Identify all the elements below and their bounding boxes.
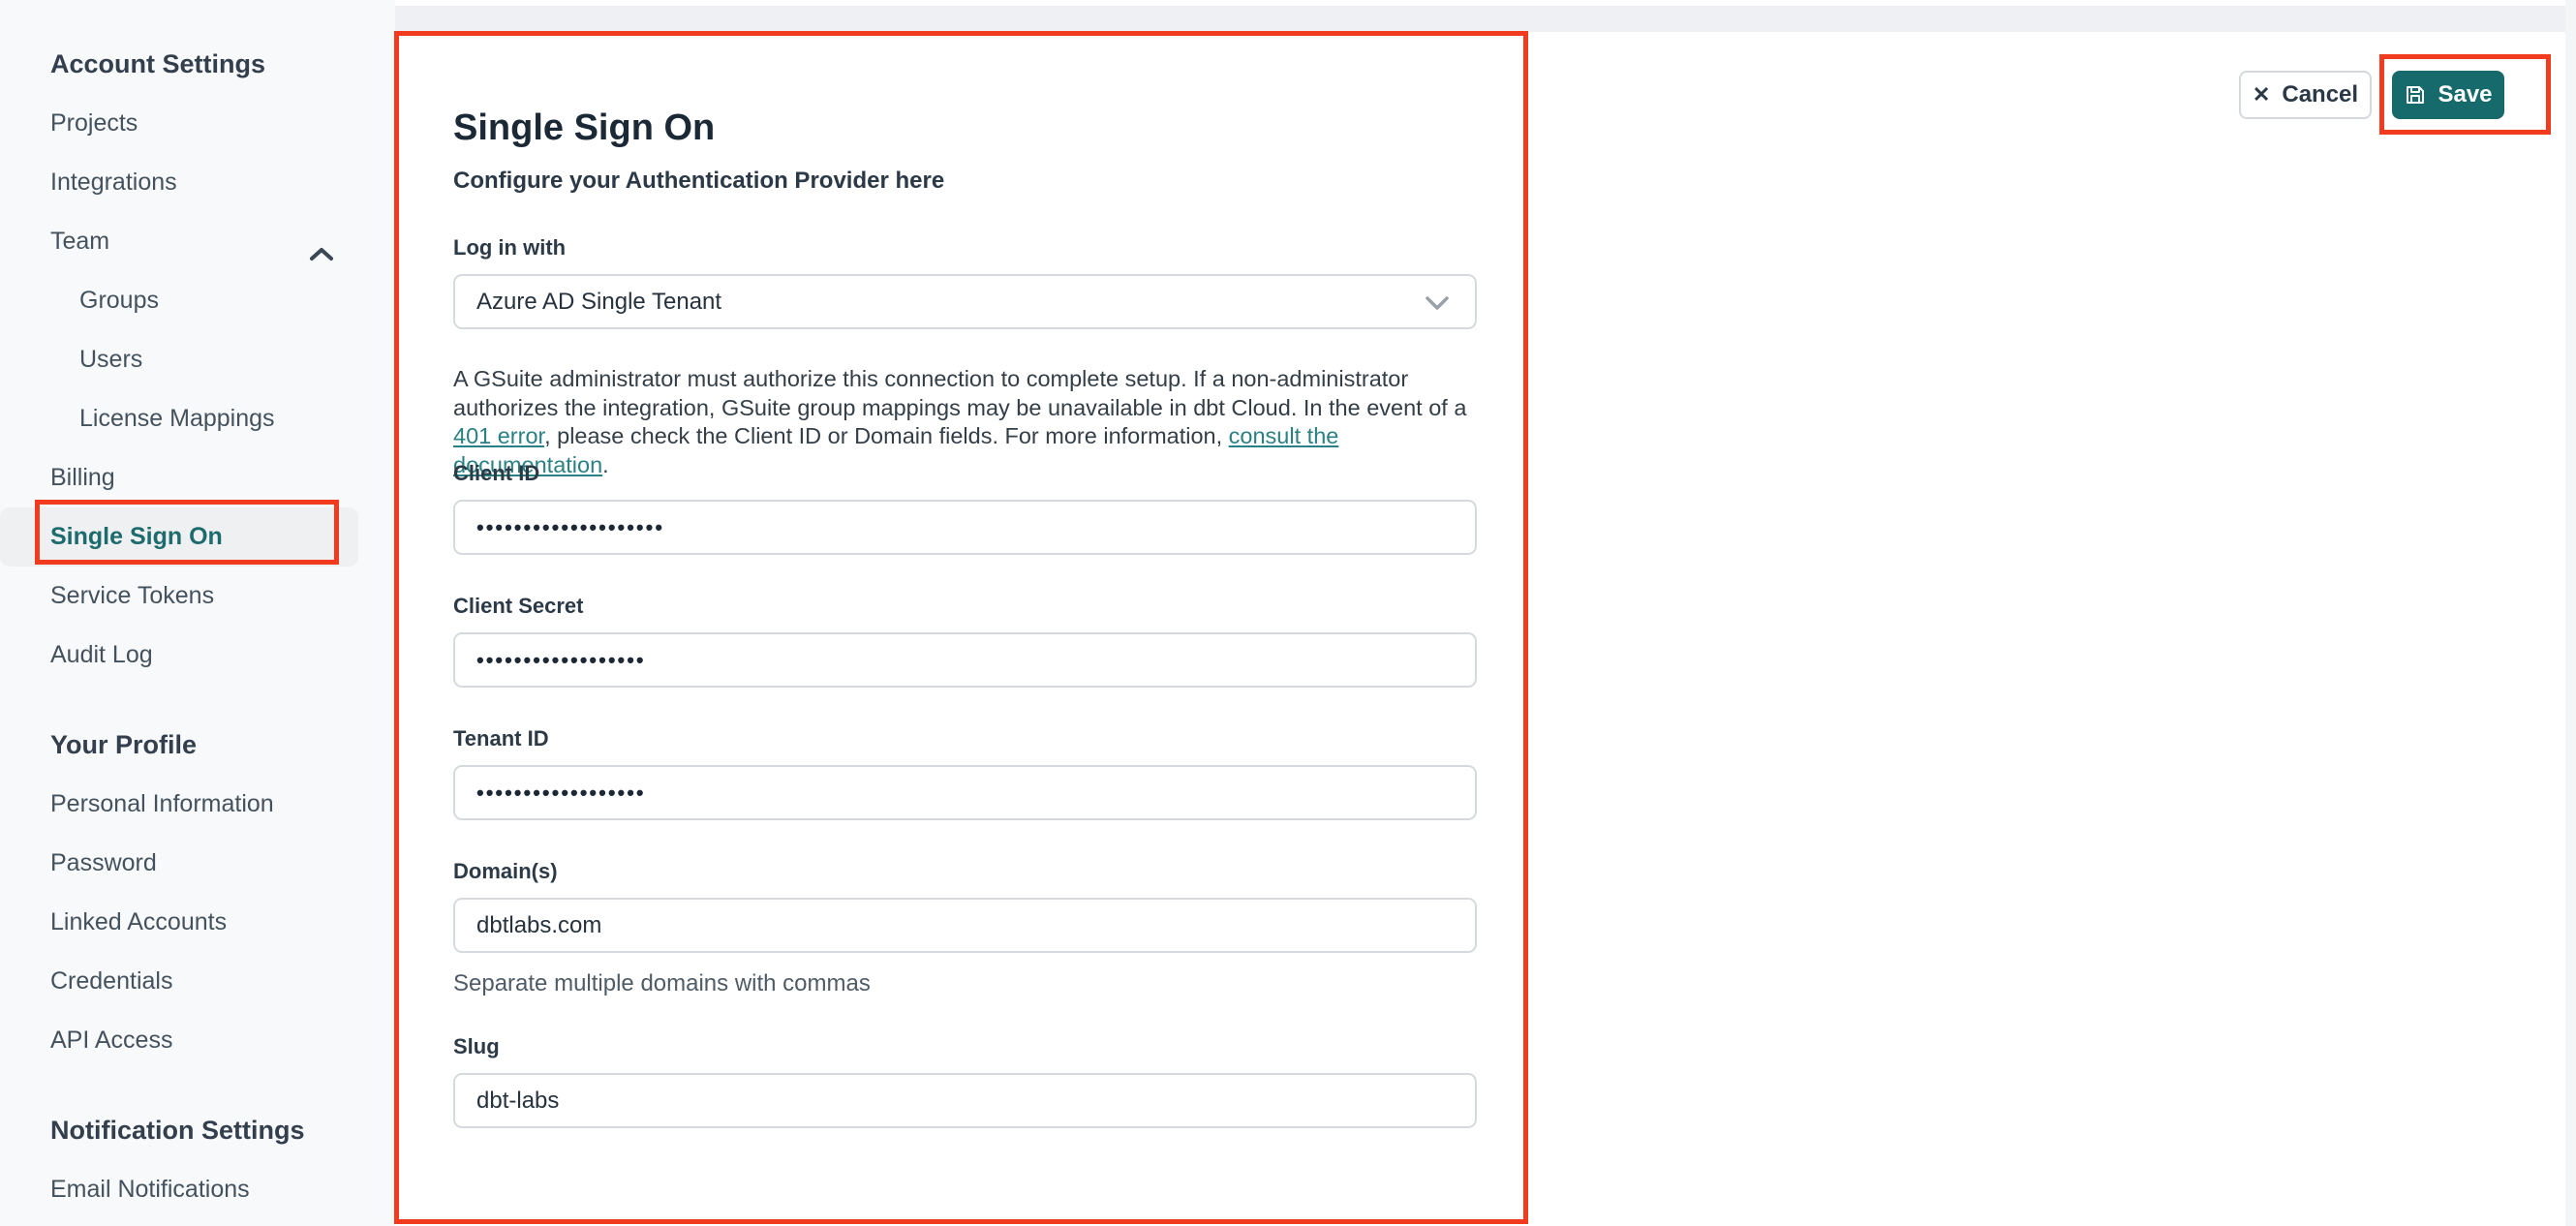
page-title: Single Sign On bbox=[453, 107, 716, 148]
slug-label: Slug bbox=[453, 1034, 500, 1058]
sidebar-item-api-access[interactable]: API Access bbox=[0, 1011, 395, 1070]
single-sign-on-panel: Single Sign On Configure your Authentica… bbox=[395, 32, 2565, 1226]
sidebar-item-integrations[interactable]: Integrations bbox=[0, 153, 395, 212]
login-with-select[interactable]: Azure AD Single Tenant bbox=[453, 274, 1477, 329]
sidebar-item-users[interactable]: Users bbox=[0, 330, 395, 389]
top-gray-band bbox=[395, 6, 2576, 32]
client-secret-group: Client Secret bbox=[453, 594, 1477, 688]
domains-input[interactable] bbox=[453, 898, 1477, 953]
login-with-value: Azure AD Single Tenant bbox=[476, 288, 722, 315]
chevron-down-icon bbox=[1425, 292, 1450, 321]
cancel-button[interactable]: ✕ Cancel bbox=[2239, 71, 2372, 119]
notice-text-1: A GSuite administrator must authorize th… bbox=[453, 366, 1467, 420]
sidebar-item-audit-log[interactable]: Audit Log bbox=[0, 626, 395, 685]
sidebar-item-team[interactable]: Team bbox=[0, 212, 395, 271]
sidebar-item-groups[interactable]: Groups bbox=[0, 271, 395, 330]
sidebar-item-team-label: Team bbox=[50, 228, 110, 255]
sidebar-item-email-notifications[interactable]: Email Notifications bbox=[0, 1160, 395, 1219]
client-secret-input[interactable] bbox=[453, 632, 1477, 688]
client-id-label: Client ID bbox=[453, 461, 540, 485]
cancel-button-label: Cancel bbox=[2282, 81, 2359, 107]
sidebar-heading-account-settings: Account Settings bbox=[50, 49, 266, 78]
right-gutter bbox=[2565, 0, 2576, 1226]
sidebar-item-license-mappings[interactable]: License Mappings bbox=[0, 389, 395, 448]
slug-group: Slug bbox=[453, 1034, 1477, 1128]
slug-input[interactable] bbox=[453, 1073, 1477, 1128]
domains-label: Domain(s) bbox=[453, 859, 558, 883]
tenant-id-input[interactable] bbox=[453, 765, 1477, 820]
tenant-id-label: Tenant ID bbox=[453, 726, 549, 751]
sidebar-item-single-sign-on[interactable]: Single Sign On bbox=[0, 507, 358, 567]
sidebar-heading-notification-settings: Notification Settings bbox=[50, 1116, 305, 1145]
save-button-label: Save bbox=[2438, 81, 2493, 107]
notice-text-2: , please check the Client ID or Domain f… bbox=[544, 423, 1229, 448]
close-icon: ✕ bbox=[2252, 82, 2271, 107]
save-floppy-icon bbox=[2404, 83, 2427, 107]
settings-sidebar: Account Settings Projects Integrations T… bbox=[0, 0, 395, 1226]
sidebar-item-projects[interactable]: Projects bbox=[0, 94, 395, 153]
sidebar-item-linked-accounts[interactable]: Linked Accounts bbox=[0, 893, 395, 952]
page-subtitle: Configure your Authentication Provider h… bbox=[453, 168, 945, 194]
login-with-group: Log in with Azure AD Single Tenant bbox=[453, 235, 1477, 329]
sidebar-item-personal-information[interactable]: Personal Information bbox=[0, 775, 395, 834]
sidebar-item-password[interactable]: Password bbox=[0, 834, 395, 893]
link-401-error[interactable]: 401 error bbox=[453, 423, 544, 448]
client-secret-label: Client Secret bbox=[453, 594, 584, 618]
tenant-id-group: Tenant ID bbox=[453, 726, 1477, 820]
client-id-input[interactable] bbox=[453, 500, 1477, 555]
sidebar-heading-your-profile: Your Profile bbox=[50, 730, 198, 759]
domains-group: Domain(s) Separate multiple domains with… bbox=[453, 859, 1477, 997]
save-button[interactable]: Save bbox=[2392, 71, 2504, 119]
domains-helper-text: Separate multiple domains with commas bbox=[453, 970, 871, 996]
sidebar-item-service-tokens[interactable]: Service Tokens bbox=[0, 567, 395, 626]
sidebar-item-billing[interactable]: Billing bbox=[0, 448, 395, 507]
login-with-label: Log in with bbox=[453, 235, 567, 260]
sidebar-item-credentials[interactable]: Credentials bbox=[0, 952, 395, 1011]
client-id-group: Client ID bbox=[453, 461, 1477, 555]
